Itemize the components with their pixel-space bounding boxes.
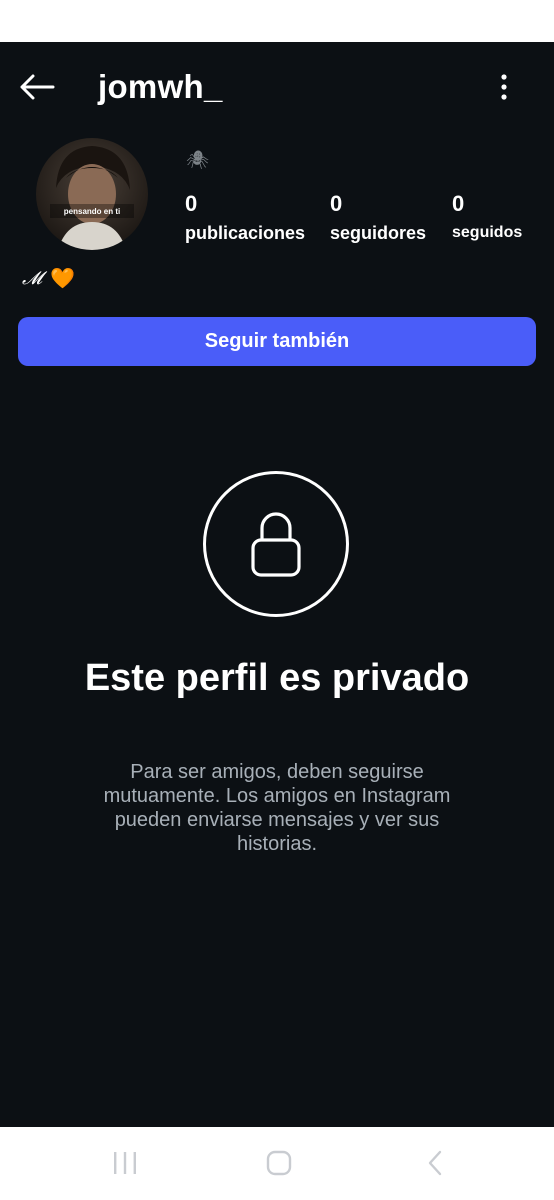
system-navigation-bar	[0, 1127, 554, 1200]
stat-followers[interactable]: 0 seguidores	[330, 190, 426, 246]
avatar-photo: pensando en ti	[36, 138, 148, 250]
lock-icon	[251, 512, 301, 577]
top-bar: jomwh_	[0, 42, 554, 132]
orange-heart-icon: 🧡	[50, 268, 76, 290]
spider-icon[interactable]: 🕷	[186, 150, 209, 171]
home-button[interactable]	[262, 1145, 296, 1181]
avatar-caption: pensando en ti	[64, 207, 120, 216]
bio-letter: 𝓜	[22, 268, 43, 289]
followers-count: 0	[330, 191, 343, 216]
chevron-left-icon	[428, 1150, 442, 1176]
system-back-button[interactable]	[418, 1145, 452, 1181]
more-options-button[interactable]	[486, 64, 522, 110]
posts-label: publicaciones	[185, 223, 306, 243]
more-vertical-icon	[501, 74, 507, 100]
stat-posts[interactable]: 0 publicaciones	[185, 190, 305, 246]
followers-label: seguidores	[330, 223, 427, 243]
stat-following[interactable]: 0 seguidos	[452, 190, 522, 246]
back-button[interactable]	[14, 64, 60, 110]
private-profile-title: Este perfil es privado	[84, 657, 470, 699]
following-label: seguidos	[452, 224, 523, 241]
profile-bio: 𝓜 🧡	[22, 264, 75, 294]
profile-username: jomwh_	[98, 68, 223, 105]
profile-screen: jomwh_ pensando en ti 🕷 0 publicaciones …	[0, 42, 554, 1127]
follow-back-button[interactable]: Seguir también	[18, 317, 536, 366]
private-profile-description: Para ser amigos, deben seguirse mutuamen…	[103, 761, 451, 855]
profile-avatar[interactable]: pensando en ti	[36, 138, 148, 250]
following-count: 0	[452, 191, 465, 216]
status-bar	[0, 0, 554, 42]
home-icon	[266, 1150, 292, 1176]
arrow-left-icon	[20, 74, 55, 100]
private-lock-badge	[203, 471, 349, 617]
recent-apps-button[interactable]	[108, 1145, 142, 1181]
posts-count: 0	[185, 191, 198, 216]
recent-apps-icon	[114, 1152, 136, 1174]
